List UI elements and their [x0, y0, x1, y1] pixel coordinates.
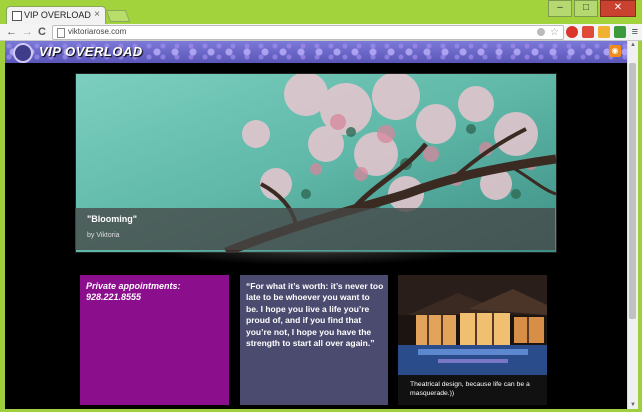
scroll-down-icon[interactable]: ▼ [629, 402, 637, 408]
extension-icon[interactable] [582, 26, 594, 38]
hero-reflection [155, 251, 475, 265]
scroll-up-icon[interactable]: ▲ [629, 42, 637, 48]
page-scrollbar[interactable]: ▲ ▼ [627, 41, 638, 409]
photo-caption: Theatrical design, because life can be a… [410, 381, 530, 397]
rss-icon[interactable]: ◉ [609, 45, 621, 57]
site-header: VIP OVERLOAD ◉ [5, 41, 627, 63]
browser-toolbar: ← → C viktoriarose.com ☆ ≡ [0, 24, 642, 41]
window-controls: – □ ✕ [548, 0, 636, 17]
reload-icon[interactable]: C [38, 25, 46, 39]
tab-close-icon[interactable]: × [94, 9, 100, 21]
page-icon [12, 11, 22, 21]
new-tab-button[interactable] [105, 10, 131, 22]
extension-icon[interactable] [614, 26, 626, 38]
page-icon [57, 28, 65, 38]
house-photo [398, 275, 547, 375]
tab-strip: VIP OVERLOAD × – □ ✕ [0, 0, 642, 25]
photo-box[interactable]: Theatrical design, because life can be a… [398, 275, 547, 405]
minimize-button[interactable]: – [548, 0, 572, 17]
forward-icon[interactable]: → [22, 25, 33, 39]
appointments-box: Private appointments: 928.221.8555 [80, 275, 229, 405]
extension-icon[interactable] [598, 26, 610, 38]
url-text[interactable]: viktoriarose.com [68, 27, 126, 36]
scrollbar-thumb[interactable] [629, 63, 636, 319]
hero-caption: "Blooming" by Viktoria [75, 208, 555, 250]
address-bar[interactable]: viktoriarose.com ☆ [52, 25, 564, 40]
close-window-button[interactable]: ✕ [600, 0, 636, 17]
web-page: VIP OVERLOAD ◉ "Blooming" by Viktoria Pr… [5, 41, 627, 409]
browser-tab[interactable]: VIP OVERLOAD × [6, 6, 106, 25]
menu-icon[interactable]: ≡ [632, 25, 638, 39]
site-title[interactable]: VIP OVERLOAD [39, 44, 143, 59]
hero-subtitle: by Viktoria [87, 232, 120, 239]
quote-text: “For what it’s worth: it’s never too lat… [246, 281, 384, 349]
hero-title: "Blooming" [87, 214, 138, 224]
logo-icon[interactable] [13, 43, 33, 63]
back-icon[interactable]: ← [6, 25, 17, 39]
adblock-icon[interactable] [566, 26, 578, 38]
quote-box: “For what it’s worth: it’s never too lat… [240, 275, 388, 405]
maximize-button[interactable]: □ [574, 0, 598, 17]
appointments-phone[interactable]: 928.221.8555 [86, 292, 181, 303]
appointments-text: Private appointments: 928.221.8555 [86, 281, 181, 303]
appointments-label: Private appointments: [86, 281, 181, 291]
tab-title: VIP OVERLOAD [24, 10, 91, 20]
extension-icon[interactable] [537, 28, 545, 36]
star-icon[interactable]: ☆ [550, 26, 559, 39]
extension-icons [566, 26, 626, 38]
